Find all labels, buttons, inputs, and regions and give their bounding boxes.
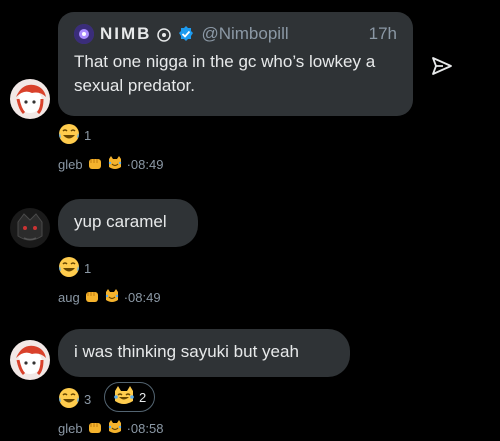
message-bubble[interactable]: i was thinking sayuki but yeah <box>58 329 350 377</box>
send-icon <box>432 57 452 75</box>
reaction-chip-selected[interactable]: 2 <box>104 382 156 412</box>
message-meta: aug · 08:49 <box>58 288 161 307</box>
verified-badge-icon <box>177 25 195 43</box>
reaction-count: 1 <box>84 128 92 143</box>
message-meta: gleb · 08:49 <box>58 155 163 174</box>
reaction-chip[interactable]: 3 <box>58 387 91 412</box>
message-time: 08:49 <box>128 290 161 305</box>
avatar-aug[interactable] <box>10 208 50 248</box>
sender-name: aug <box>58 290 80 305</box>
quoted-post-author-name: NIMB <box>100 24 152 43</box>
message-text: yup caramel <box>74 212 167 231</box>
fist-emoji <box>87 155 103 174</box>
message-time: 08:58 <box>130 421 164 436</box>
quoted-post-time: 17h <box>368 24 397 43</box>
avatar-gleb[interactable] <box>10 79 50 119</box>
cat-joy-emoji <box>104 288 120 307</box>
laughing-tears-emoji <box>58 387 80 412</box>
reaction-chip[interactable]: 1 <box>58 123 91 148</box>
cat-joy-emoji <box>107 419 123 438</box>
quoted-post-card[interactable]: NIMB @Nimbopill 17h That one nigga in th… <box>58 12 413 116</box>
cat-joy-emoji <box>107 155 123 174</box>
share-button[interactable] <box>430 54 454 78</box>
flower-icon <box>157 27 172 42</box>
message-meta: gleb · 08:58 <box>58 419 163 438</box>
sender-name: gleb <box>58 421 83 436</box>
reaction-count: 2 <box>139 389 147 405</box>
fist-emoji <box>84 288 100 307</box>
quoted-post-avatar <box>74 24 94 44</box>
sender-name: gleb <box>58 157 83 172</box>
cat-joy-emoji <box>113 385 135 410</box>
avatar-gleb[interactable] <box>10 340 50 380</box>
fist-emoji <box>87 419 103 438</box>
quoted-post-handle: @Nimbopill <box>201 24 289 43</box>
message-text: i was thinking sayuki but yeah <box>74 342 299 361</box>
reaction-count: 3 <box>84 392 92 407</box>
quoted-post-text: That one nigga in the gc who’s lowkey a … <box>74 52 376 95</box>
laughing-tears-emoji <box>58 256 80 281</box>
message-time: 08:49 <box>130 157 164 172</box>
laughing-tears-emoji <box>58 123 80 148</box>
reaction-count: 1 <box>84 261 92 276</box>
message-bubble[interactable]: yup caramel <box>58 199 198 247</box>
reaction-chip[interactable]: 1 <box>58 256 91 281</box>
